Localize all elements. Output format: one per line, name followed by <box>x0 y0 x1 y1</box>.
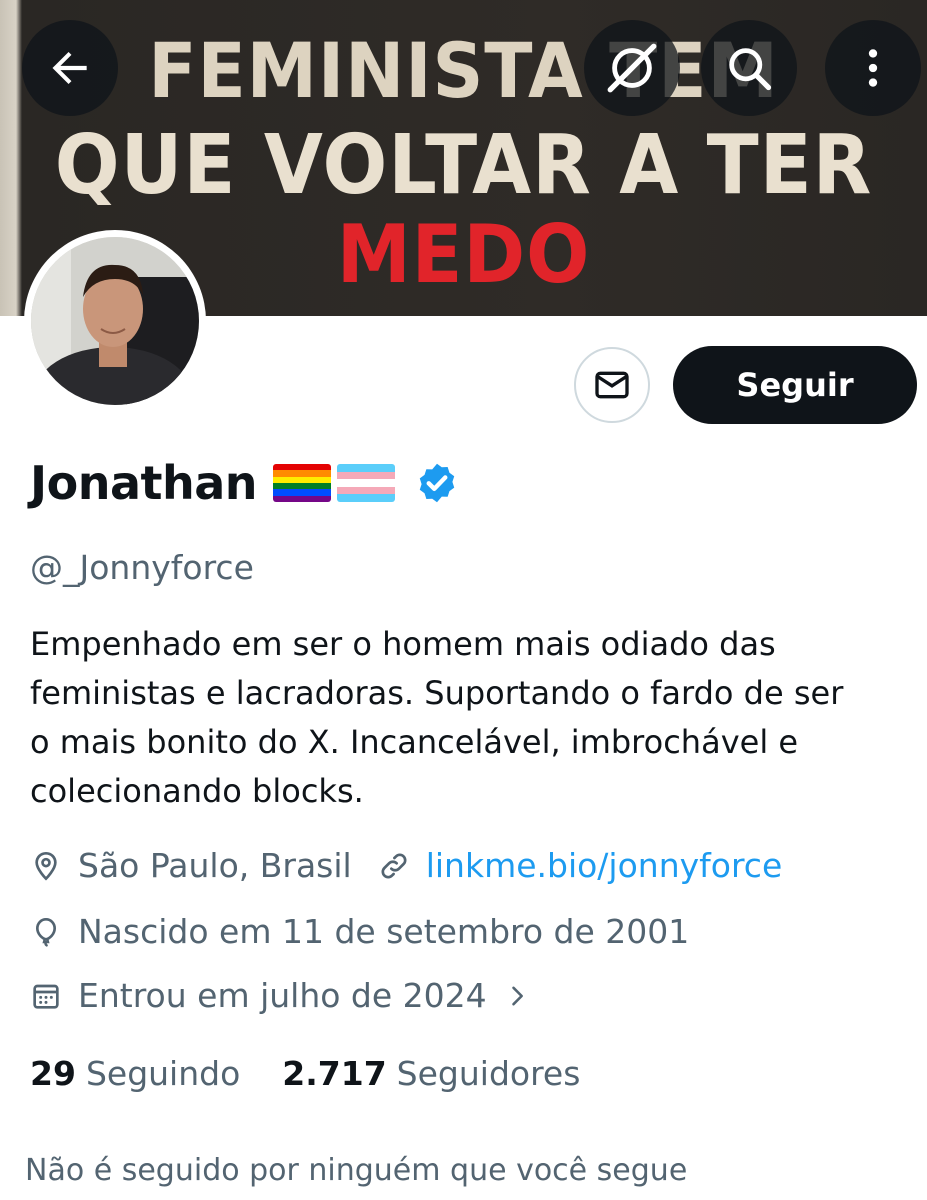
arrow-left-icon <box>52 51 87 85</box>
back-button[interactable] <box>22 20 118 116</box>
not-followed-notice: Não é seguido por ninguém que você segue <box>25 1153 688 1188</box>
chevron-right-icon <box>511 986 523 1005</box>
more-button[interactable] <box>825 20 921 116</box>
website-link[interactable]: linkme.bio/jonnyforce <box>426 846 783 885</box>
grok-icon <box>607 43 657 93</box>
avatar-photo <box>31 237 199 405</box>
followers-count: 2.717 <box>282 1054 387 1093</box>
birthday-text: Nascido em 11 de setembro de 2001 <box>78 912 690 951</box>
banner-text-line-2: QUE VOLTAR A TER <box>54 118 873 213</box>
grok-button[interactable] <box>584 20 680 116</box>
birthday-row: Nascido em 11 de setembro de 2001 <box>30 912 689 951</box>
bio-line: feministas e lacradoras. Suportando o fa… <box>30 674 844 712</box>
name-row: Jonathan <box>30 456 459 510</box>
joined-text: Entrou em julho de 2024 <box>78 976 487 1015</box>
followers-label: Seguidores <box>396 1054 581 1093</box>
search-icon <box>729 48 772 91</box>
user-handle: @_Jonnyforce <box>30 548 254 587</box>
message-button[interactable] <box>574 347 650 423</box>
verified-badge-icon[interactable] <box>415 461 459 505</box>
calendar-icon <box>33 984 59 1009</box>
avatar[interactable] <box>24 230 206 412</box>
bio-line: Empenhado em ser o homem mais odiado das <box>30 625 776 663</box>
location-pin-icon <box>35 851 57 881</box>
following-link[interactable]: 29 Seguindo <box>30 1054 240 1093</box>
transgender-flag-icon <box>337 464 396 502</box>
link-icon <box>381 853 407 878</box>
followers-link[interactable]: 2.717 Seguidores <box>282 1054 580 1093</box>
display-name: Jonathan <box>30 456 258 510</box>
search-button[interactable] <box>701 20 797 116</box>
follow-button[interactable]: Seguir <box>673 346 917 424</box>
mail-icon <box>595 371 629 399</box>
location-website-row: São Paulo, Brasil linkme.bio/jonnyforce <box>30 846 782 885</box>
balloon-icon <box>35 917 57 947</box>
follow-stats: 29 Seguindo 2.717 Seguidores <box>30 1054 580 1093</box>
rainbow-flag-icon <box>273 464 332 502</box>
location-text: São Paulo, Brasil <box>78 846 352 885</box>
more-vertical-icon <box>868 49 878 87</box>
joined-row[interactable]: Entrou em julho de 2024 <box>30 976 547 1015</box>
following-label: Seguindo <box>85 1054 241 1093</box>
bio-line: o mais bonito do X. Incancelável, imbroc… <box>30 723 799 761</box>
bio: Empenhado em ser o homem mais odiado das… <box>30 620 910 816</box>
bio-line: colecionando blocks. <box>30 772 364 810</box>
following-count: 29 <box>30 1054 76 1093</box>
